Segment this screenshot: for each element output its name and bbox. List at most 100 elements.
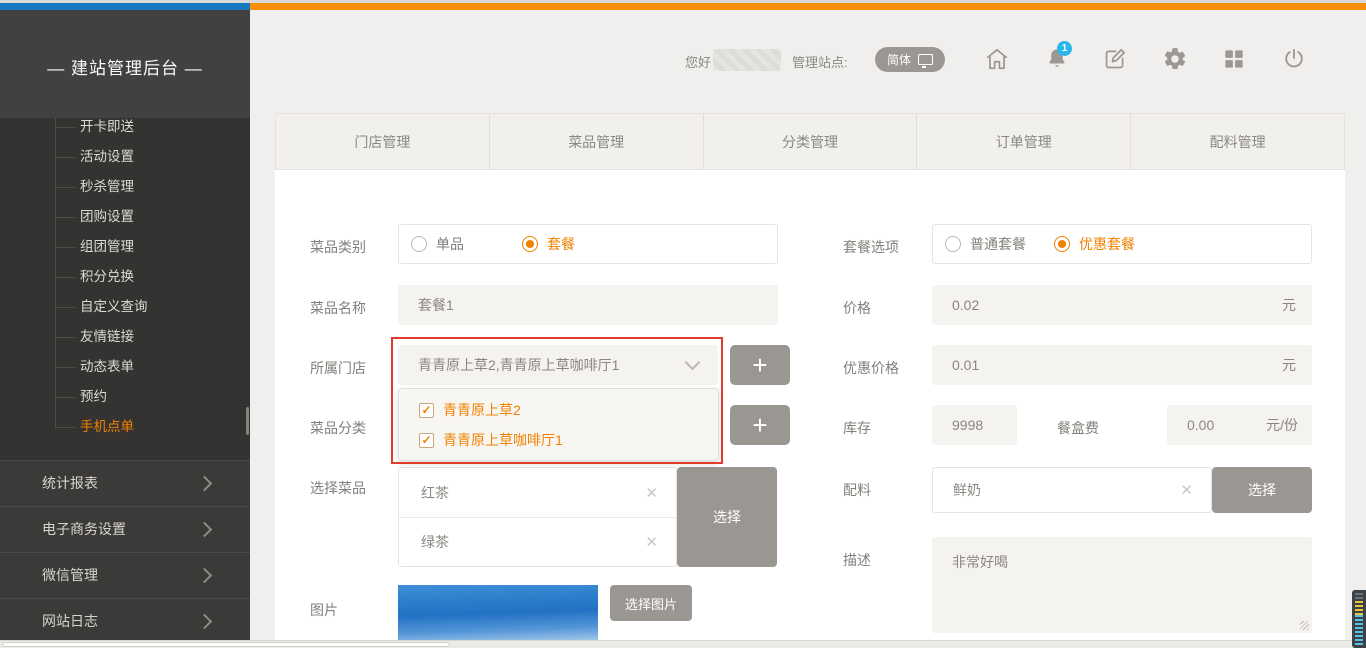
boxfee-label: 餐盒费	[1057, 418, 1099, 438]
radio-option-discount-package[interactable]: 优惠套餐	[1054, 234, 1135, 254]
chevron-right-icon	[197, 522, 213, 538]
description-textarea[interactable]: 非常好喝	[932, 537, 1312, 633]
sidebar-item-card-gift[interactable]: 开卡即送	[0, 112, 250, 142]
selected-dish-row: 红茶 ✕	[399, 468, 676, 517]
sidebar-section-site-log[interactable]: 网站日志	[0, 598, 250, 644]
discount-price-input[interactable]: 0.01 元	[932, 345, 1312, 385]
store-dropdown-panel: 青青原上草2 青青原上草咖啡厅1	[398, 388, 719, 461]
discount-price-unit: 元	[1282, 355, 1312, 375]
sidebar-item-activity[interactable]: 活动设置	[0, 142, 250, 172]
discount-price-value: 0.01	[932, 357, 979, 373]
description-label: 描述	[843, 550, 871, 570]
sidebar-title: — 建站管理后台 —	[0, 54, 250, 79]
sidebar-item-seckill[interactable]: 秒杀管理	[0, 172, 250, 202]
sidebar-section-wechat[interactable]: 微信管理	[0, 552, 250, 598]
sidebar-item-booking[interactable]: 预约	[0, 382, 250, 412]
remove-dish-icon[interactable]: ✕	[645, 484, 676, 502]
tab-dish-management[interactable]: 菜品管理	[489, 114, 703, 169]
radio-option-normal-package[interactable]: 普通套餐	[945, 234, 1054, 254]
sidebar-item-groupbuy[interactable]: 团购设置	[0, 202, 250, 232]
choose-ingredient-button[interactable]: 选择	[1212, 467, 1312, 513]
store-option-2[interactable]: 青青原上草咖啡厅1	[399, 425, 718, 455]
power-icon[interactable]	[1281, 46, 1307, 72]
home-icon[interactable]	[984, 46, 1010, 72]
store-select[interactable]: 青青原上草2,青青原上草咖啡厅1	[398, 345, 718, 385]
resize-handle[interactable]	[1300, 621, 1309, 630]
gear-icon[interactable]	[1162, 46, 1188, 72]
dish-image-thumbnail[interactable]	[398, 585, 598, 648]
monitor-icon	[918, 54, 933, 65]
widget-gray-stripes	[1355, 593, 1363, 601]
language-pill-button[interactable]: 简体	[875, 47, 945, 72]
price-input[interactable]: 0.02 元	[932, 285, 1312, 325]
stock-value: 9998	[932, 417, 983, 433]
stock-input[interactable]: 9998	[932, 405, 1017, 445]
radio-label: 普通套餐	[970, 234, 1026, 254]
add-store-button[interactable]: +	[730, 345, 790, 385]
radio-icon	[411, 236, 427, 252]
language-label: 简体	[887, 51, 911, 68]
section-label: 网站日志	[42, 613, 98, 629]
widget-yellow-stripes	[1355, 601, 1363, 615]
package-radio-group: 普通套餐 优惠套餐	[932, 224, 1312, 264]
price-value: 0.02	[932, 297, 979, 313]
sidebar-item-links[interactable]: 友情链接	[0, 322, 250, 352]
description-value: 非常好喝	[952, 554, 1008, 570]
remove-ingredient-icon[interactable]: ✕	[1180, 481, 1211, 499]
radio-selected-icon	[522, 236, 538, 252]
tab-category-management[interactable]: 分类管理	[703, 114, 917, 169]
price-label: 价格	[843, 298, 871, 318]
dish-name-value: 套餐1	[398, 295, 454, 315]
horizontal-scrollbar[interactable]	[0, 640, 1366, 648]
boxfee-unit: 元/份	[1266, 415, 1312, 435]
edit-icon[interactable]	[1102, 46, 1128, 72]
radio-option-single[interactable]: 单品	[411, 234, 522, 254]
chevron-down-icon	[685, 355, 701, 371]
add-classify-button[interactable]: +	[730, 405, 790, 445]
site-label: 管理站点:	[792, 52, 848, 71]
radio-label: 单品	[436, 234, 464, 254]
radio-label: 套餐	[547, 234, 575, 254]
checkbox-checked-icon[interactable]	[419, 403, 434, 418]
remove-dish-icon[interactable]: ✕	[645, 533, 676, 551]
store-option-label: 青青原上草咖啡厅1	[443, 430, 563, 450]
boxfee-input[interactable]: 0.00 元/份	[1167, 405, 1312, 445]
bell-icon[interactable]: 1	[1044, 46, 1070, 72]
price-unit: 元	[1282, 295, 1312, 315]
sidebar-section-ecommerce[interactable]: 电子商务设置	[0, 506, 250, 552]
checkbox-checked-icon[interactable]	[419, 433, 434, 448]
sidebar-section-statistics[interactable]: 统计报表	[0, 460, 250, 506]
sidebar-item-group[interactable]: 组团管理	[0, 232, 250, 262]
tab-bar: 门店管理 菜品管理 分类管理 订单管理 配料管理	[275, 113, 1345, 170]
sidebar-item-points[interactable]: 积分兑换	[0, 262, 250, 292]
tab-order-management[interactable]: 订单管理	[916, 114, 1130, 169]
sidebar-item-custom-query[interactable]: 自定义查询	[0, 292, 250, 322]
sidebar-item-dynamic-form[interactable]: 动态表单	[0, 352, 250, 382]
choose-dishes-button[interactable]: 选择	[677, 467, 777, 567]
discount-price-label: 优惠价格	[843, 358, 899, 378]
dish-category-label: 菜品类别	[310, 237, 366, 257]
tab-store-management[interactable]: 门店管理	[276, 114, 489, 169]
dish-name-input[interactable]: 套餐1	[398, 285, 778, 325]
widget-cyan-stripes	[1355, 615, 1363, 645]
choose-image-button[interactable]: 选择图片	[610, 585, 692, 621]
ingredient-input[interactable]: 鲜奶 ✕	[932, 467, 1212, 513]
image-label: 图片	[310, 600, 338, 620]
grid-apps-icon[interactable]	[1221, 46, 1247, 72]
store-option-label: 青青原上草2	[443, 400, 521, 420]
horizontal-scrollbar-thumb[interactable]	[2, 642, 450, 647]
tab-ingredient-management[interactable]: 配料管理	[1130, 114, 1344, 169]
dish-classify-label: 菜品分类	[310, 418, 366, 438]
sidebar-header: — 建站管理后台 —	[0, 10, 250, 118]
greeting-text: 您好	[685, 52, 711, 71]
top-strip-blue	[0, 3, 250, 10]
store-select-value: 青青原上草2,青青原上草咖啡厅1	[398, 355, 619, 375]
radio-option-combo[interactable]: 套餐	[522, 234, 575, 254]
sidebar-item-mobile-order[interactable]: 手机点单	[0, 412, 250, 442]
sidebar-scrollbar-thumb[interactable]	[246, 407, 249, 435]
radio-icon	[945, 236, 961, 252]
store-option-1[interactable]: 青青原上草2	[399, 395, 718, 425]
browser-extension-widget[interactable]	[1352, 590, 1366, 648]
section-label: 微信管理	[42, 567, 98, 583]
ingredient-label: 配料	[843, 480, 871, 500]
